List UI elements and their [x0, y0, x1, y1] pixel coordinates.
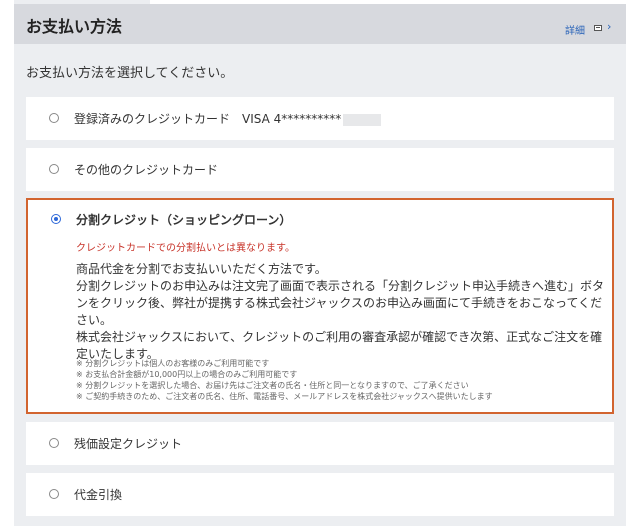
description-line: 商品代金を分割でお支払いいただく方法です。: [76, 262, 327, 276]
radio-other-card[interactable]: [49, 164, 59, 174]
option-label: その他のクレジットカード: [74, 163, 219, 177]
section-title: お支払い方法: [26, 17, 123, 36]
note-item: ※ お支払合計金額が10,000円以上の場合のみご利用可能です: [76, 370, 298, 379]
description-line: 分割クレジットのお申込みは注文完了画面で表示される「分割クレジット申込手続きへ進…: [76, 279, 605, 327]
section-header: お支払い方法 詳細 ›: [14, 4, 626, 44]
note-item: ※ 分割クレジットは個人のお客様のみご利用可能です: [76, 359, 270, 368]
payment-option-installment-credit[interactable]: 分割クレジット（ショッピングローン） クレジットカードでの分割払いとは異なります…: [26, 198, 614, 414]
payment-option-other-card[interactable]: その他のクレジットカード: [26, 148, 614, 191]
note-item: ※ ご契約手続きのため、ご注文者の氏名、住所、電話番号、メールアドレスを株式会社…: [76, 392, 493, 401]
note-item: ※ 分割クレジットを選択した場合、お届け先はご注文者の氏名・住所と同一となります…: [76, 381, 469, 390]
option-label: 分割クレジット（ショッピングローン）: [76, 213, 292, 227]
detail-link[interactable]: 詳細: [565, 22, 585, 37]
option-label: 代金引換: [74, 488, 123, 502]
window-icon[interactable]: [594, 25, 602, 31]
radio-installment-credit[interactable]: [51, 214, 61, 224]
radio-cod[interactable]: [49, 489, 59, 499]
radio-registered-card[interactable]: [49, 113, 59, 123]
warning-text: クレジットカードでの分割払いとは異なります。: [76, 243, 295, 254]
notes: ※ 分割クレジットは個人のお客様のみご利用可能です ※ お支払合計金額が10,0…: [76, 358, 493, 402]
option-label: 登録済みのクレジットカード VISA 4**********: [74, 110, 382, 127]
radio-residual-credit[interactable]: [49, 438, 59, 448]
option-label: 残価設定クレジット: [74, 437, 183, 451]
payment-option-registered-card[interactable]: 登録済みのクレジットカード VISA 4**********: [26, 97, 614, 140]
payment-method-panel: お支払い方法 詳細 › お支払い方法を選択してください。 登録済みのクレジットカ…: [14, 0, 626, 526]
payment-option-residual-credit[interactable]: 残価設定クレジット: [26, 422, 614, 465]
masked-digits: [343, 113, 382, 126]
instruction-text: お支払い方法を選択してください。: [26, 66, 234, 81]
payment-option-cod[interactable]: 代金引換: [26, 473, 614, 516]
description: 商品代金を分割でお支払いいただく方法です。 分割クレジットのお申込みは注文完了画…: [76, 261, 604, 363]
chevron-right-icon[interactable]: ›: [607, 20, 611, 33]
